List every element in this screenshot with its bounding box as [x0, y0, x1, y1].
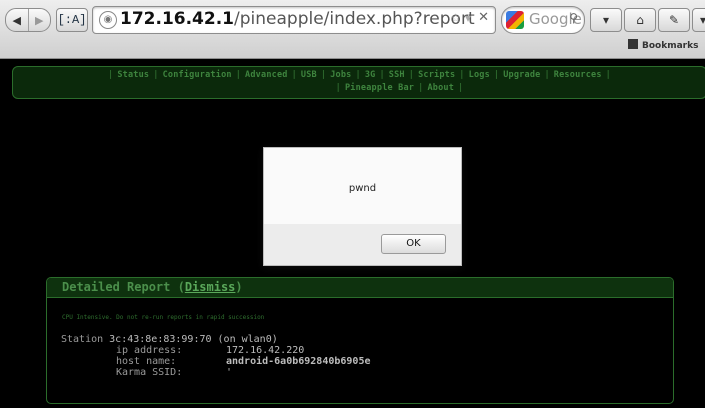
tab-group-button[interactable]: [:A]	[56, 8, 88, 32]
url-path: /pineapple/index.php?report	[234, 9, 475, 29]
nav-separator: |	[418, 83, 424, 93]
ip-label: ip address:	[116, 345, 183, 356]
report-title-suffix: )	[235, 280, 243, 294]
page-content: | Status | Configuration | Advanced | USB | Jobs |…	[0, 59, 705, 408]
site-identity-icon[interactable]: ◉	[99, 11, 117, 29]
nav-separator: |	[379, 70, 385, 80]
report-header: Detailed Report (Dismiss)	[47, 278, 673, 298]
url-text[interactable]: 172.16.42.1/pineapple/index.php?report	[120, 9, 475, 29]
nav-link-usb[interactable]: USB	[301, 70, 317, 80]
nav-link-configuration[interactable]: Configuration	[163, 70, 232, 80]
bookmarks-label: Bookmarks	[642, 41, 699, 51]
bookmark-star-icon[interactable]: ☆ ▾	[450, 11, 471, 25]
bookmarks-icon	[628, 39, 638, 49]
nav-separator: |	[355, 70, 361, 80]
ok-button[interactable]: OK	[381, 234, 446, 254]
host-label: host name:	[116, 356, 177, 367]
host-row: host name: android-6a0b692840b6905e	[61, 356, 371, 367]
dismiss-link[interactable]: Dismiss	[185, 280, 236, 294]
report-title: Detailed Report (Dismiss)	[62, 280, 243, 294]
search-icon[interactable]: ⚲	[569, 11, 578, 25]
nav-separator: |	[235, 70, 242, 80]
google-logo-icon[interactable]	[506, 11, 524, 29]
nav-separator: |	[605, 70, 611, 80]
nav-link-logs[interactable]: Logs	[469, 70, 490, 80]
ip-row: ip address: 172.16.42.220	[61, 345, 371, 356]
nav-link-advanced[interactable]: Advanced	[245, 70, 288, 80]
bookmarks-menu[interactable]: Bookmarks	[628, 39, 698, 51]
station-label: Station	[61, 334, 104, 345]
nav-separator: |	[458, 83, 464, 93]
report-warning: CPU Intensive. Do not re-run reports in …	[62, 314, 265, 321]
pineapple-nav-menu: | Status | Configuration | Advanced | USB | Jobs |…	[12, 66, 705, 99]
report-details: Station 3c:43:8e:83:99:70 (on wlan0) ip …	[61, 334, 371, 378]
nav-link-about[interactable]: About	[427, 83, 454, 93]
station-row: Station 3c:43:8e:83:99:70 (on wlan0)	[61, 334, 371, 345]
nav-separator: |	[153, 70, 159, 80]
nav-link-pineapple-bar[interactable]: Pineapple Bar	[345, 83, 414, 93]
station-value: 3c:43:8e:83:99:70 (on wlan0)	[109, 334, 278, 345]
alert-message: pwnd	[348, 183, 377, 194]
nav-link-jobs[interactable]: Jobs	[330, 70, 351, 80]
overflow-button[interactable]: ▾	[692, 8, 705, 32]
url-host: 172.16.42.1	[120, 9, 235, 29]
nav-separator: |	[459, 70, 465, 80]
karma-row: Karma SSID: '	[61, 367, 371, 378]
forward-icon[interactable]: ▶	[27, 9, 51, 31]
nav-link-resources[interactable]: Resources	[554, 70, 602, 80]
nav-separator: |	[108, 70, 114, 80]
host-value: android-6a0b692840b6905e	[226, 356, 371, 367]
search-box[interactable]: Google ⚲	[501, 6, 585, 34]
ip-value: 172.16.42.220	[226, 345, 305, 356]
stop-icon[interactable]: ✕	[478, 10, 489, 25]
nav-link-ssh[interactable]: SSH	[389, 70, 405, 80]
nav-separator: |	[291, 70, 297, 80]
nav-separator: |	[544, 70, 550, 80]
addon-button[interactable]: ✎	[658, 8, 690, 32]
nav-separator: |	[320, 70, 327, 80]
nav-link-3g[interactable]: 3G	[365, 70, 376, 80]
alert-dialog: pwnd OK	[263, 147, 462, 266]
report-title-prefix: Detailed Report (	[62, 280, 185, 294]
karma-value: '	[226, 367, 233, 378]
menu-button[interactable]: ▾	[590, 8, 622, 32]
karma-label: Karma SSID:	[116, 367, 183, 378]
nav-separator: |	[335, 83, 341, 93]
nav-row-1: | Status | Configuration | Advanced | USB | Jobs |…	[13, 70, 705, 80]
nav-link-upgrade[interactable]: Upgrade	[503, 70, 540, 80]
detailed-report-panel: Detailed Report (Dismiss) CPU Intensive.…	[46, 277, 674, 404]
nav-link-status[interactable]: Status	[117, 70, 149, 80]
nav-buttons: ◀ ▶	[5, 8, 51, 32]
nav-row-2: | Pineapple Bar | About |	[13, 83, 705, 93]
url-bar[interactable]: ◉ 172.16.42.1/pineapple/index.php?report…	[92, 6, 496, 34]
home-icon[interactable]: ⌂	[624, 8, 656, 32]
back-icon[interactable]: ◀	[6, 9, 28, 31]
nav-separator: |	[408, 70, 415, 80]
browser-toolbar: ◀ ▶ [:A] ◉ 172.16.42.1/pineapple/index.p…	[0, 0, 705, 59]
nav-separator: |	[493, 70, 500, 80]
nav-link-scripts[interactable]: Scripts	[418, 70, 455, 80]
